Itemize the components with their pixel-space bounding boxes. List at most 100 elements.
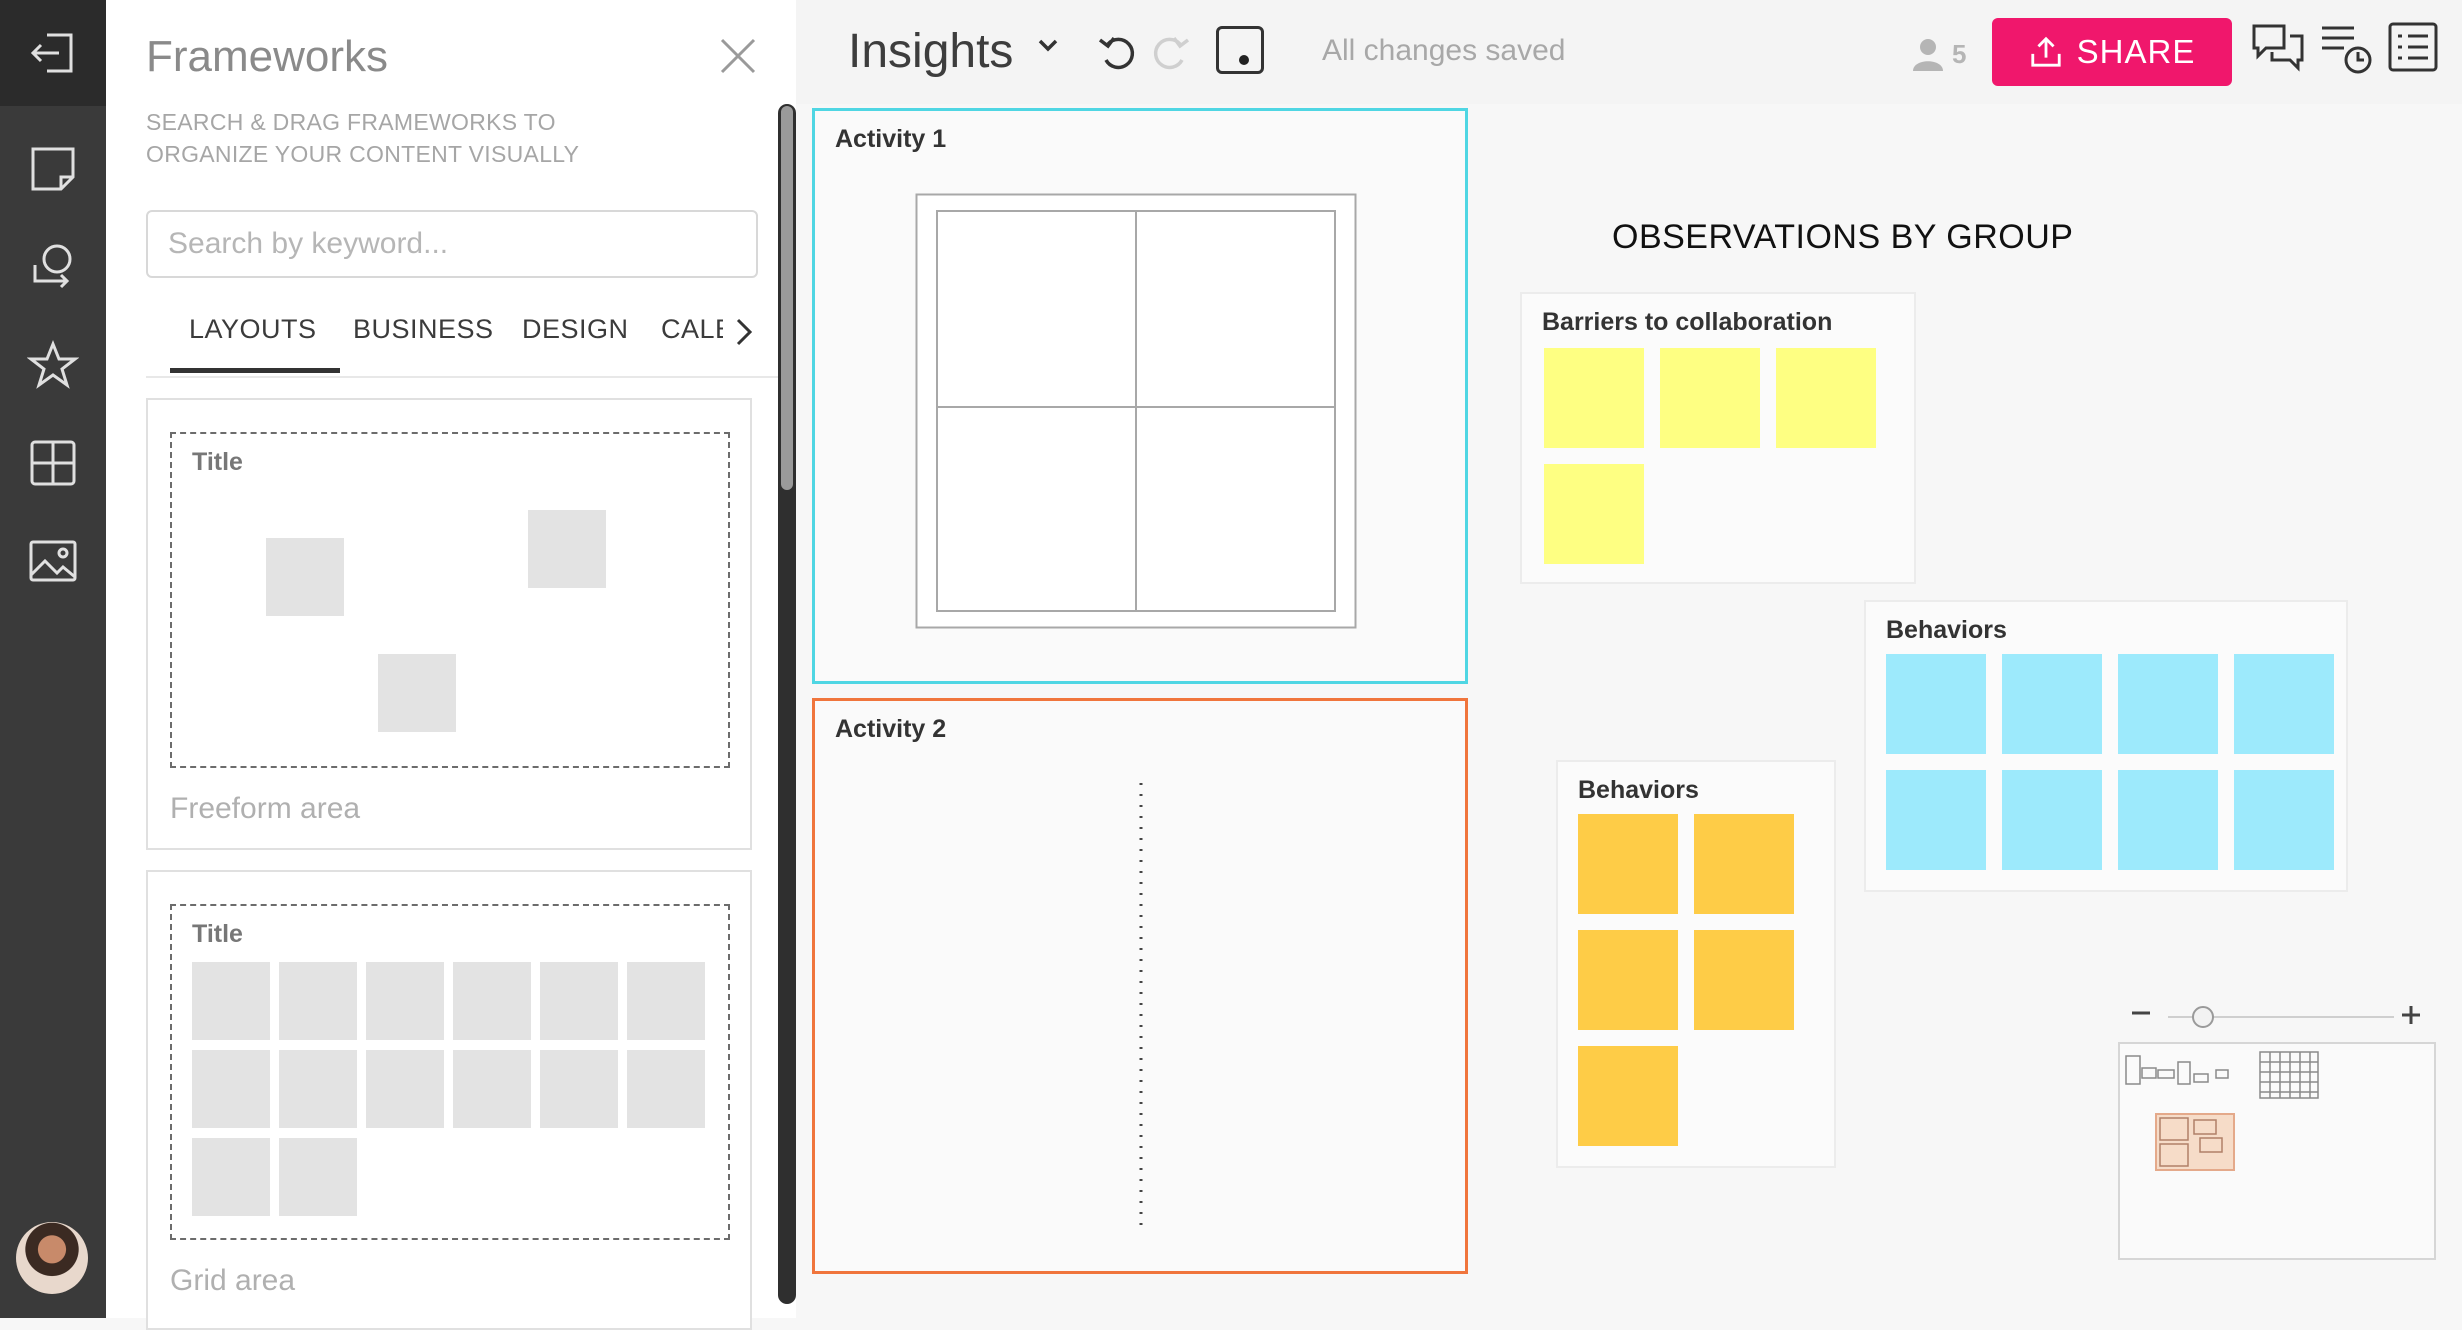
minimap[interactable] xyxy=(2118,1042,2436,1260)
sticky-note[interactable] xyxy=(2234,654,2334,754)
upload-icon xyxy=(2031,36,2061,67)
preview-cell xyxy=(540,962,618,1040)
outline-list-icon[interactable] xyxy=(2386,20,2442,76)
preview-title: Title xyxy=(192,448,243,476)
active-tab-indicator xyxy=(170,368,340,373)
frameworks-grid-icon[interactable] xyxy=(22,432,84,494)
grid-preview: Title xyxy=(170,904,730,1240)
preview-cell xyxy=(279,1050,357,1128)
share-button[interactable]: SHARE xyxy=(1992,18,2232,86)
preview-note xyxy=(266,538,344,616)
stamp-tool-icon[interactable] xyxy=(1216,26,1264,74)
avatar[interactable] xyxy=(16,1222,88,1294)
sticky-note[interactable] xyxy=(2118,770,2218,870)
preview-cell xyxy=(627,962,705,1040)
sticky-note[interactable] xyxy=(2118,654,2218,754)
divider xyxy=(146,376,796,378)
framework-card-grid[interactable]: Title Grid area xyxy=(146,870,752,1330)
activity-history-icon[interactable] xyxy=(2318,20,2374,76)
user-icon xyxy=(1913,39,1943,71)
preview-note xyxy=(528,510,606,588)
panel-title: Frameworks xyxy=(146,32,389,81)
zoom-out-icon[interactable] xyxy=(2130,1002,2152,1024)
sticky-note[interactable] xyxy=(1694,814,1794,914)
preview-cell xyxy=(453,1050,531,1128)
sticky-note[interactable] xyxy=(2002,654,2102,754)
preview-cell xyxy=(192,1138,270,1216)
activity-1-frame[interactable]: Activity 1 xyxy=(812,108,1468,684)
frame-title: Activity 2 xyxy=(835,715,947,743)
image-icon[interactable] xyxy=(22,530,84,592)
tab-calendar[interactable]: CALENDAR xyxy=(661,314,723,354)
tab-business[interactable]: BUSINESS xyxy=(353,314,494,372)
sticky-note[interactable] xyxy=(1544,464,1644,564)
sticky-note[interactable] xyxy=(1544,348,1644,448)
sticky-note[interactable] xyxy=(1578,814,1678,914)
freeform-preview: Title xyxy=(170,432,730,768)
shapes-icon[interactable] xyxy=(22,236,84,298)
preview-cell xyxy=(192,962,270,1040)
redo-icon[interactable] xyxy=(1148,30,1192,74)
users-count: 5 xyxy=(1952,38,1967,69)
group-title: Behaviors xyxy=(1886,616,2007,644)
tab-layouts[interactable]: LAYOUTS xyxy=(189,314,317,372)
scrollbar-thumb[interactable] xyxy=(781,106,793,490)
group-behaviors-orange[interactable]: Behaviors xyxy=(1556,760,1836,1168)
activity-2-frame[interactable]: Activity 2 xyxy=(812,698,1468,1274)
panel-subtitle-line: ORGANIZE YOUR CONTENT VISUALLY xyxy=(146,141,580,167)
panel-subtitle: SEARCH & DRAG FRAMEWORKS TO ORGANIZE YOU… xyxy=(146,106,666,170)
sticky-note[interactable] xyxy=(2002,770,2102,870)
sticky-note[interactable] xyxy=(1660,348,1760,448)
observations-title[interactable]: OBSERVATIONS BY GROUP xyxy=(1612,218,2073,257)
sticky-note[interactable] xyxy=(1776,348,1876,448)
preview-cell xyxy=(366,962,444,1040)
preview-cell xyxy=(540,1050,618,1128)
minimap-content xyxy=(2125,1051,2319,1171)
framework-label: Grid area xyxy=(170,1264,296,1297)
share-label: SHARE xyxy=(2076,33,2196,70)
collaborators[interactable]: 5 xyxy=(1910,34,1966,74)
sticky-note[interactable] xyxy=(1578,1046,1678,1146)
comments-icon[interactable] xyxy=(2250,20,2306,76)
left-toolbar xyxy=(0,0,106,1318)
stamp-dot xyxy=(1239,55,1249,65)
sticky-note[interactable] xyxy=(1578,930,1678,1030)
board-title[interactable]: Insights xyxy=(848,24,1013,79)
undo-icon[interactable] xyxy=(1096,30,1140,74)
group-behaviors-cyan[interactable]: Behaviors xyxy=(1864,600,2348,892)
panel-subtitle-line: SEARCH & DRAG FRAMEWORKS TO xyxy=(146,109,556,135)
preview-cell xyxy=(192,1050,270,1128)
chevron-down-icon[interactable] xyxy=(1034,32,1062,60)
preview-cell xyxy=(366,1050,444,1128)
framework-card-freeform[interactable]: Title Freeform area xyxy=(146,398,752,850)
top-bar: Insights All changes saved 5 SHARE xyxy=(796,0,2462,104)
preview-cell xyxy=(279,962,357,1040)
star-icon[interactable] xyxy=(22,334,84,396)
search-input[interactable] xyxy=(146,210,758,278)
group-title: Barriers to collaboration xyxy=(1542,308,1833,336)
zoom-slider-handle[interactable] xyxy=(2192,1006,2214,1028)
sticky-note[interactable] xyxy=(1694,930,1794,1030)
group-title: Behaviors xyxy=(1578,776,1699,804)
zoom-in-icon[interactable] xyxy=(2400,1004,2422,1026)
preview-title: Title xyxy=(192,920,243,948)
tab-design[interactable]: DESIGN xyxy=(522,314,629,372)
dotted-divider xyxy=(1139,783,1143,1231)
sticky-note[interactable] xyxy=(2234,770,2334,870)
preview-note xyxy=(378,654,456,732)
exit-icon[interactable] xyxy=(22,22,84,84)
quadrant-framework xyxy=(915,193,1357,629)
framework-label: Freeform area xyxy=(170,792,361,825)
sticky-note-icon[interactable] xyxy=(22,138,84,200)
save-status: All changes saved xyxy=(1322,34,1566,67)
close-icon[interactable] xyxy=(716,34,760,78)
group-barriers[interactable]: Barriers to collaboration xyxy=(1520,292,1916,584)
sticky-note[interactable] xyxy=(1886,654,1986,754)
sticky-note[interactable] xyxy=(1886,770,1986,870)
chevron-right-icon[interactable] xyxy=(728,312,758,352)
frame-title: Activity 1 xyxy=(835,125,947,153)
preview-cell xyxy=(279,1138,357,1216)
frameworks-panel: Frameworks SEARCH & DRAG FRAMEWORKS TO O… xyxy=(106,0,796,1330)
preview-cell xyxy=(453,962,531,1040)
preview-cell xyxy=(627,1050,705,1128)
